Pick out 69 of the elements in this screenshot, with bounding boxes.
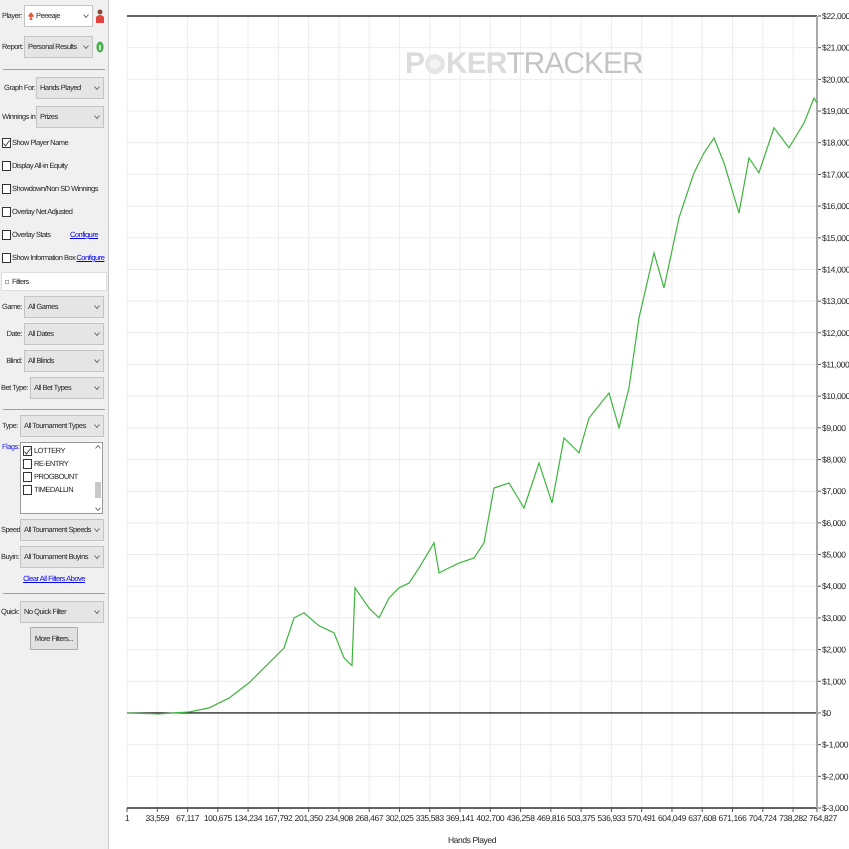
x-tick-label: 268,467 xyxy=(355,813,384,823)
chevron-down-icon xyxy=(94,386,100,390)
chevron-down-icon xyxy=(83,14,89,18)
scrollbar[interactable] xyxy=(94,443,102,513)
checkbox[interactable] xyxy=(2,138,11,148)
x-tick-label: 436,258 xyxy=(506,813,535,823)
y-tick-label: $5,000 xyxy=(822,550,846,560)
scroll-up-icon[interactable] xyxy=(95,445,101,449)
y-tick-label: $1,000 xyxy=(822,676,846,686)
info-icon[interactable] xyxy=(96,41,104,53)
y-tick-label: $-2,000 xyxy=(822,771,848,782)
y-tick-label: $6,000 xyxy=(822,518,846,528)
y-tick-label: $7,000 xyxy=(822,486,846,496)
chevron-down-icon xyxy=(94,528,100,532)
x-tick-label: 369,141 xyxy=(446,813,474,823)
checkbox[interactable] xyxy=(23,472,32,482)
chevron-down-icon xyxy=(94,610,100,614)
x-tick-label: 637,608 xyxy=(688,813,716,823)
x-tick-label: 671,166 xyxy=(718,813,746,823)
y-tick-label: $4,000 xyxy=(822,581,846,592)
x-tick-label: 738,282 xyxy=(779,813,808,823)
y-tick-label: $-3,000 xyxy=(822,803,848,813)
scroll-down-icon[interactable] xyxy=(95,507,101,511)
y-tick-label: $8,000 xyxy=(822,454,846,465)
chevron-down-icon xyxy=(94,332,100,336)
x-tick-label: 469,816 xyxy=(536,813,565,823)
x-tick-label: 335,583 xyxy=(416,813,444,823)
checkbox[interactable] xyxy=(2,184,11,194)
x-tick-label: 302,025 xyxy=(386,813,414,823)
y-tick-label: $2,000 xyxy=(822,644,846,655)
x-tick-label: 704,724 xyxy=(748,813,777,823)
y-tick-label: $11,000 xyxy=(822,359,849,370)
x-axis-title: Hands Played xyxy=(448,835,496,845)
watermark-text: TRACKER xyxy=(506,48,643,80)
checkbox[interactable] xyxy=(2,230,11,240)
chevron-down-icon xyxy=(83,45,89,49)
checkbox[interactable] xyxy=(2,207,11,217)
y-tick-label: $-1,000 xyxy=(822,740,848,750)
chevron-down-icon xyxy=(94,555,100,559)
checkbox[interactable] xyxy=(23,459,32,469)
collapse-icon[interactable] xyxy=(5,280,9,284)
x-tick-label: 764,827 xyxy=(809,813,837,823)
chevron-down-icon xyxy=(94,115,100,119)
x-tick-label: 201,350 xyxy=(294,813,323,823)
y-tick-label: $9,000 xyxy=(822,422,846,433)
x-tick-label: 33,559 xyxy=(145,813,170,823)
checkbox[interactable] xyxy=(23,485,32,495)
y-tick-label: $0 xyxy=(822,708,831,718)
x-tick-label: 134,234 xyxy=(234,813,262,823)
x-tick-label: 503,375 xyxy=(567,813,596,823)
x-tick-label: 402,700 xyxy=(476,813,504,823)
chevron-down-icon xyxy=(94,359,100,363)
chevron-down-icon xyxy=(94,305,100,309)
x-tick-label: 100,675 xyxy=(204,813,232,823)
y-tick-label: $3,000 xyxy=(822,612,846,623)
x-tick-label: 167,792 xyxy=(264,813,292,823)
person-icon[interactable] xyxy=(96,9,104,23)
x-tick-label: 570,491 xyxy=(628,813,656,823)
x-tick-label: 234,908 xyxy=(324,813,353,823)
chevron-down-icon xyxy=(94,86,100,90)
checkbox[interactable] xyxy=(2,253,11,263)
x-tick-label: 536,933 xyxy=(597,813,626,823)
chevron-down-icon xyxy=(94,424,100,428)
x-tick-label: 1 xyxy=(124,813,130,823)
checkbox[interactable] xyxy=(23,446,32,456)
player-icon xyxy=(28,12,34,20)
checkbox[interactable] xyxy=(2,161,11,171)
x-tick-label: 67,117 xyxy=(176,813,200,823)
x-tick-label: 604,049 xyxy=(658,813,686,823)
